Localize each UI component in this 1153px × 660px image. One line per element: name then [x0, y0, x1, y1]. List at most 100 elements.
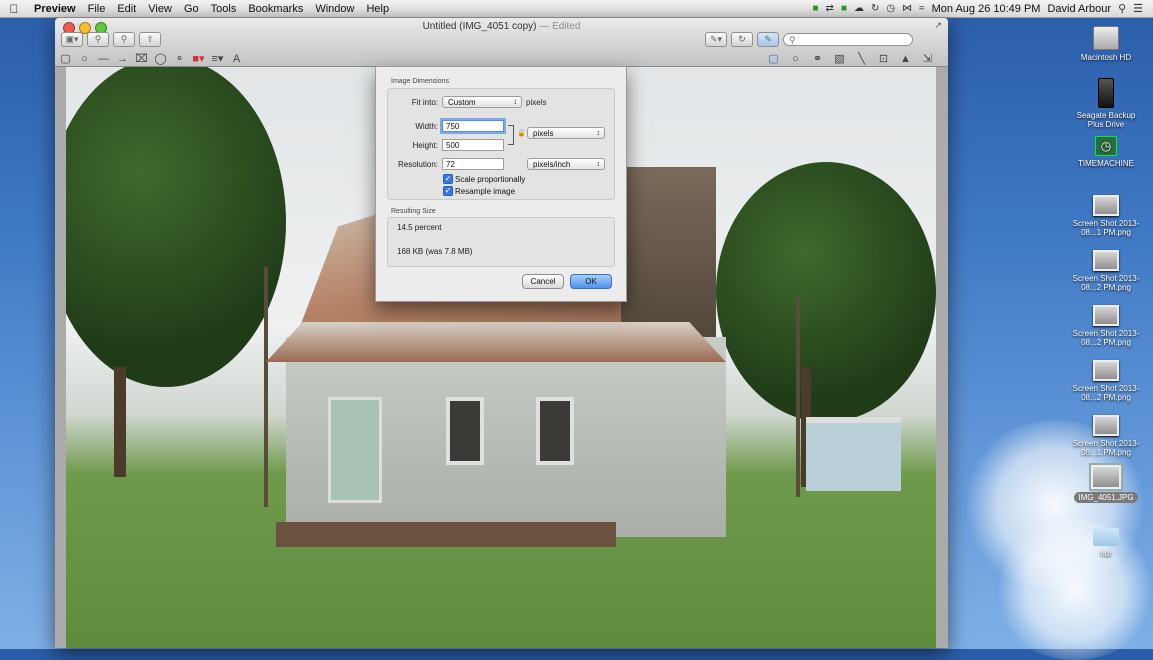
section-title-dimensions: Image Dimensions [391, 78, 449, 85]
spotlight-icon[interactable]: ⚲ [1118, 2, 1126, 15]
rotate-button[interactable]: ↻ [731, 32, 753, 47]
notification-center-icon[interactable]: ☰ [1133, 2, 1143, 15]
menu-edit[interactable]: Edit [111, 3, 142, 15]
bluetooth-icon[interactable]: ⋈ [902, 3, 912, 14]
green-box-icon[interactable]: ■ [841, 3, 847, 14]
sync-icon[interactable]: ↻ [871, 3, 879, 14]
resolution-label: Resolution: [390, 160, 438, 169]
zoom-in-button[interactable]: ⚲ [113, 32, 135, 47]
line-icon[interactable]: — [97, 53, 110, 65]
lasso-icon[interactable]: ⚭ [811, 52, 824, 65]
green-status-icon[interactable]: ■ [813, 3, 819, 14]
search-input[interactable]: ⚲ [783, 33, 913, 46]
text-icon[interactable]: A [230, 53, 243, 65]
cloud-icon[interactable]: ☁ [854, 3, 864, 14]
photo-pole [796, 297, 800, 497]
zoom-out-button[interactable]: ⚲ [87, 32, 109, 47]
oval-icon[interactable]: ○ [78, 53, 91, 65]
image-file-icon [1093, 195, 1119, 216]
photo-window-2 [536, 397, 574, 465]
menu-window[interactable]: Window [309, 3, 360, 15]
fit-into-select[interactable]: Custom↕ [442, 96, 522, 108]
updown-arrow-icon: ↕ [597, 159, 601, 171]
instant-alpha-icon[interactable]: ╲ [855, 52, 868, 65]
user-name[interactable]: David Arbour [1047, 3, 1111, 15]
section-title-result: Resulting Size [391, 208, 436, 215]
line-style-icon[interactable]: ≡▾ [211, 52, 224, 65]
menu-help[interactable]: Help [360, 3, 395, 15]
toolbar-left: ▣▾ ⚲ ⚲ ⇧ [61, 32, 161, 47]
photo-door [328, 397, 382, 503]
timemachine-icon[interactable]: ◷ [886, 3, 895, 14]
loupe-icon[interactable]: ⚬ [173, 52, 186, 65]
shape-icon[interactable]: ⌧ [135, 52, 148, 65]
menu-bar:  Preview File Edit View Go Tools Bookma… [0, 0, 1153, 18]
photo-trunk [114, 367, 126, 477]
cancel-button[interactable]: Cancel [522, 274, 564, 289]
desktop-icon-screenshot-2[interactable]: Screen Shot 2013-08...2 PM.png [1068, 250, 1144, 292]
adjust-size-icon[interactable]: ⇲ [921, 52, 934, 65]
image-dimensions-dialog: Image Dimensions Fit into: Custom↕ pixel… [375, 66, 627, 302]
resolution-unit-select[interactable]: pixels/inch↕ [527, 158, 605, 170]
photo-porch-floor [276, 522, 616, 547]
width-label: Width: [390, 122, 438, 131]
sidebar-view-button[interactable]: ▣▾ [61, 32, 83, 47]
desktop-icon-screenshot-4[interactable]: Screen Shot 2013-08...2 PM.png [1068, 360, 1144, 402]
folder-icon [1093, 528, 1119, 546]
size-unit-select[interactable]: pixels↕ [527, 127, 605, 139]
resample-image-checkbox[interactable]: ✓ Resample image [443, 186, 515, 196]
wifi-icon[interactable]: ≈ [919, 3, 925, 14]
photo-tree-right [716, 162, 936, 422]
color-icon[interactable]: ■▾ [192, 52, 205, 65]
photo-trailer [806, 417, 901, 491]
elliptical-selection-icon[interactable]: ○ [789, 53, 802, 65]
crop-icon[interactable]: ⊡ [877, 52, 890, 65]
ok-button[interactable]: OK [570, 274, 612, 289]
desktop-icon-screenshot-3[interactable]: Screen Shot 2013-08...2 PM.png [1068, 305, 1144, 347]
fullscreen-icon[interactable]: ↗ [934, 20, 942, 31]
window-titlebar[interactable]: Untitled (IMG_4051 copy) — Edited ↗ ▣▾ ⚲… [55, 18, 948, 67]
share-button[interactable]: ⇧ [139, 32, 161, 47]
menu-tools[interactable]: Tools [205, 3, 243, 15]
image-file-icon [1091, 465, 1121, 489]
scale-proportionally-checkbox[interactable]: ✓ Scale proportionally [443, 174, 525, 184]
resolution-input[interactable]: 72 [442, 158, 504, 170]
window-title: Untitled (IMG_4051 copy) — Edited [55, 21, 948, 32]
desktop-icon-macintosh-hd[interactable]: Macintosh HD [1068, 26, 1144, 62]
image-file-icon [1093, 305, 1119, 326]
height-label: Height: [390, 141, 438, 150]
lock-icon[interactable]: 🔒 [517, 129, 526, 137]
desktop-icon-timemachine[interactable]: ◷ TIMEMACHINE [1068, 136, 1144, 168]
result-size: 168 KB (was 7.8 MB) [397, 247, 473, 256]
pen-button[interactable]: ✎▾ [705, 32, 727, 47]
desktop-icon-screenshot-5[interactable]: Screen Shot 2013-08...1 PM.png [1068, 415, 1144, 457]
menu-file[interactable]: File [82, 3, 112, 15]
menu-preview[interactable]: Preview [28, 3, 82, 15]
desktop-icon-hdr-folder[interactable]: hdr [1068, 528, 1144, 558]
rect-select-icon[interactable]: ▢ [59, 52, 72, 65]
width-input[interactable]: 750 [442, 120, 504, 132]
apple-menu-icon[interactable]:  [0, 2, 28, 16]
height-input[interactable]: 500 [442, 139, 504, 151]
image-file-icon [1093, 360, 1119, 381]
menu-bookmarks[interactable]: Bookmarks [242, 3, 309, 15]
menu-view[interactable]: View [142, 3, 178, 15]
desktop-icon-seagate[interactable]: Seagate Backup Plus Drive [1068, 78, 1144, 129]
edit-tools-left: ▢ ○ — → ⌧ ◯ ⚬ ■▾ ≡▾ A [59, 52, 243, 65]
rect-selection-icon[interactable]: ▢ [767, 52, 780, 65]
menu-go[interactable]: Go [178, 3, 205, 15]
clock-text[interactable]: Mon Aug 26 10:49 PM [932, 3, 1041, 15]
desktop-icon-screenshot-1[interactable]: Screen Shot 2013-08...1 PM.png [1068, 195, 1144, 237]
proportion-bracket [508, 125, 514, 145]
desktop-icon-img-4051[interactable]: IMG_4051.JPG [1068, 465, 1144, 503]
checkmark-icon: ✓ [443, 186, 453, 196]
transfer-icon[interactable]: ⇄ [826, 3, 834, 14]
bubble-icon[interactable]: ◯ [154, 52, 167, 65]
result-percent: 14.5 percent [397, 223, 441, 232]
fit-into-unit: pixels [526, 98, 546, 107]
edit-toolbar-button[interactable]: ✎ [757, 32, 779, 47]
arrow-icon[interactable]: → [116, 53, 129, 65]
adjust-color-icon[interactable]: ▲ [899, 53, 912, 65]
smart-lasso-icon[interactable]: ▧ [833, 52, 846, 65]
hard-drive-icon [1093, 26, 1119, 50]
